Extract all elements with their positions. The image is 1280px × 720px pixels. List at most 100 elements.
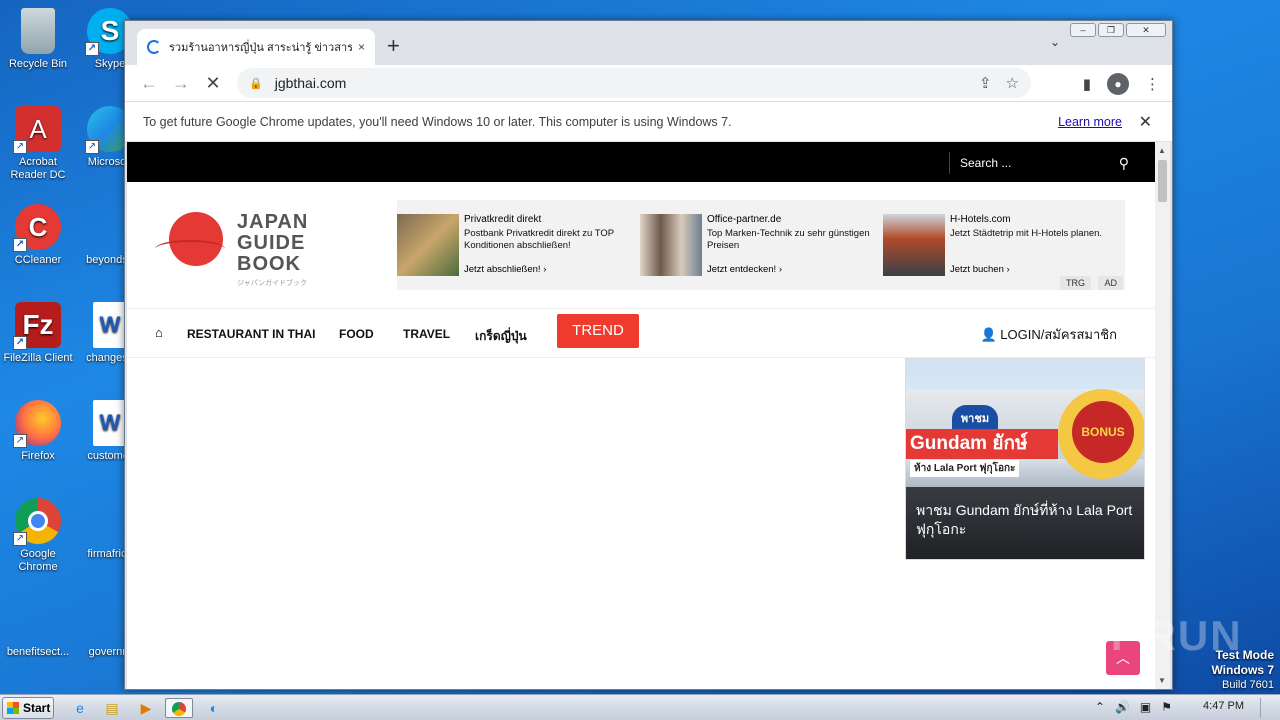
desktop-icon-label: FileZilla Client xyxy=(3,352,73,364)
action-center-flag-icon[interactable]: ⚑ xyxy=(1161,700,1172,714)
ad-trg-tag[interactable]: TRG xyxy=(1060,276,1091,290)
recycle-bin-icon xyxy=(21,8,55,54)
ad-cta[interactable]: Jetzt abschließen! › xyxy=(464,264,546,275)
search-icon[interactable]: ⚲ xyxy=(1119,155,1129,172)
tray-expand-icon[interactable]: ⌃ xyxy=(1095,700,1105,714)
nav-restaurant[interactable]: RESTAURANT IN THAI xyxy=(187,327,315,341)
word-doc-icon: W xyxy=(93,400,127,446)
nav-trend-button[interactable]: TREND xyxy=(557,314,639,348)
logo-text: JAPAN GUIDE BOOK xyxy=(237,212,308,275)
logo-line-3: BOOK xyxy=(237,253,301,275)
ad-tag[interactable]: AD xyxy=(1098,276,1123,290)
start-button[interactable]: Start xyxy=(2,697,54,719)
nav-japan-tips[interactable]: เกร็ดญี่ปุ่น xyxy=(475,327,527,346)
desktop-icon-chrome[interactable]: ↗ Google Chrome xyxy=(0,498,76,574)
desktop-icon-label: benefitsect... xyxy=(6,646,70,658)
bookmark-star-icon[interactable]: ☆ xyxy=(1006,74,1019,92)
feature-caption[interactable]: พาชม Gundam ยักษ์ที่ห้าง Lala Port ฟุกุโ… xyxy=(906,487,1144,559)
site-logo[interactable]: JAPAN GUIDE BOOK ジャパンガイドブック xyxy=(155,212,315,287)
ad-item[interactable]: Privatkredit direkt Postbank Privatkredi… xyxy=(397,214,635,276)
browser-tab[interactable]: รวมร้านอาหารญี่ปุ่น สาระน่ารู้ ข่าวสาร ส… xyxy=(137,29,375,65)
test-mode-line3: Build 7601 xyxy=(1222,679,1274,691)
ad-cta[interactable]: Jetzt entdecken! › xyxy=(707,264,782,275)
internet-explorer-icon[interactable]: e xyxy=(66,698,94,718)
ad-description: Jetzt Städtetrip mit H-Hotels planen. xyxy=(950,228,1103,239)
ad-title: Privatkredit direkt xyxy=(464,214,542,225)
tab-title: รวมร้านอาหารญี่ปุ่น สาระน่ารู้ ข่าวสาร ส xyxy=(169,42,352,54)
bonus-ad-badge[interactable]: BONUS xyxy=(1058,389,1144,479)
page-scrollbar[interactable]: ▲ ▼ xyxy=(1155,142,1170,689)
feature-banner: Gundam ยักษ์ xyxy=(906,429,1058,459)
scroll-down-icon[interactable]: ▼ xyxy=(1158,676,1166,685)
forward-arrow-icon[interactable]: → xyxy=(165,73,197,94)
desktop-icon-benefitsect[interactable]: benefitsect... xyxy=(0,596,76,659)
scroll-up-icon[interactable]: ▲ xyxy=(1158,146,1166,155)
tab-strip: รวมร้านอาหารญี่ปุ่น สาระน่ารู้ ข่าวสาร ส… xyxy=(125,21,1172,65)
chrome-icon xyxy=(172,702,186,716)
test-mode-line2: Windows 7 xyxy=(1211,663,1274,677)
chrome-icon: ↗ xyxy=(13,498,61,546)
profile-avatar-icon[interactable]: ● xyxy=(1107,73,1129,95)
ad-description: Top Marken-Technik zu sehr günstigen Pre… xyxy=(707,228,870,251)
login-link[interactable]: 👤 LOGIN/สมัครสมาชิก xyxy=(980,324,1117,345)
ccleaner-icon: C ↗ xyxy=(13,204,61,252)
user-icon: 👤 xyxy=(980,327,997,342)
ad-image xyxy=(640,214,702,276)
feature-subtitle: ห้าง Lala Port ฟุกุโอกะ xyxy=(910,460,1020,477)
new-tab-button[interactable]: + xyxy=(387,35,400,57)
taskbar: Start e ▤ ▶ ◐ ⌃ 🔊 ▣ ⚑ 4:47 PM xyxy=(0,694,1280,720)
ad-image xyxy=(397,214,459,276)
tab-close-icon[interactable]: × xyxy=(358,40,365,54)
desktop-icon-filezilla[interactable]: Fz ↗ FileZilla Client xyxy=(0,302,76,365)
clock[interactable]: 4:47 PM xyxy=(1203,700,1244,712)
tab-search-chevron-icon[interactable]: ⌄ xyxy=(1050,35,1060,49)
desktop-icon-acrobat[interactable]: A ↗ Acrobat Reader DC xyxy=(0,106,76,182)
lock-icon: 🔒 xyxy=(249,77,263,90)
learn-more-link[interactable]: Learn more xyxy=(1058,115,1122,129)
ad-item[interactable]: Office-partner.de Top Marken-Technik zu … xyxy=(640,214,878,276)
browser-toolbar: ← → ✕ 🔒 jgbthai.com ⇪ ☆ ▮ ● ⋮ xyxy=(125,65,1172,101)
site-navigation: ⌂ RESTAURANT IN THAI FOOD TRAVEL เกร็ดญี… xyxy=(127,308,1155,358)
firefox-icon: ↗ xyxy=(13,400,61,448)
featured-article-card[interactable]: พาชม Gundam ยักษ์ ห้าง Lala Port ฟุกุโอก… xyxy=(905,358,1145,560)
nav-food[interactable]: FOOD xyxy=(339,327,374,341)
update-infobar: To get future Google Chrome updates, you… xyxy=(125,101,1172,141)
desktop-icon-label: Google Chrome xyxy=(18,548,58,573)
site-search-input[interactable]: Search ... ⚲ xyxy=(949,152,1129,174)
infobar-close-icon[interactable]: ✕ xyxy=(1139,112,1152,132)
infobar-message: To get future Google Chrome updates, you… xyxy=(143,114,732,129)
ad-cta[interactable]: Jetzt buchen › xyxy=(950,264,1010,275)
test-mode-line1: Test Mode xyxy=(1215,648,1274,662)
test-mode-notice: Test Mode Windows 7 Build 7601 xyxy=(1211,648,1274,692)
volume-icon[interactable]: 🔊 xyxy=(1115,700,1130,714)
chrome-window: – ❐ ✕ รวมร้านอาหารญี่ปุ่น สาระน่ารู้ ข่า… xyxy=(124,20,1173,690)
address-bar[interactable]: 🔒 jgbthai.com ⇪ ☆ xyxy=(237,68,1031,98)
desktop-icon-recycle-bin[interactable]: Recycle Bin xyxy=(0,8,76,71)
desktop-icon-label: Firefox xyxy=(21,450,55,462)
media-player-icon[interactable]: ▶ xyxy=(132,698,160,718)
ad-item[interactable]: H-Hotels.com Jetzt Städtetrip mit H-Hote… xyxy=(883,214,1121,276)
show-desktop-button[interactable] xyxy=(1260,698,1278,718)
word-doc-icon: W xyxy=(93,302,127,348)
web-page: Search ... ⚲ JAPAN GUIDE BOOK ジャパンガイドブック… xyxy=(127,142,1155,689)
stop-loading-icon[interactable]: ✕ xyxy=(197,73,229,94)
ad-description: Postbank Privatkredit direkt zu TOP Kond… xyxy=(464,228,614,251)
logo-line-1: JAPAN xyxy=(237,211,309,233)
chrome-taskbar-icon[interactable] xyxy=(165,698,193,718)
desktop-icon-firefox[interactable]: ↗ Firefox xyxy=(0,400,76,463)
back-arrow-icon[interactable]: ← xyxy=(133,73,165,94)
desktop-icon-label: CCleaner xyxy=(14,254,62,266)
url-text: jgbthai.com xyxy=(274,75,347,91)
menu-kebab-icon[interactable]: ⋮ xyxy=(1145,75,1160,93)
file-explorer-icon[interactable]: ▤ xyxy=(98,698,126,718)
start-label: Start xyxy=(23,701,51,715)
login-label: LOGIN/สมัครสมาชิก xyxy=(1000,327,1117,342)
share-icon[interactable]: ⇪ xyxy=(979,74,992,92)
home-icon[interactable]: ⌂ xyxy=(155,325,163,340)
network-icon[interactable]: ▣ xyxy=(1140,700,1151,714)
scrollbar-thumb[interactable] xyxy=(1158,160,1167,202)
nav-travel[interactable]: TRAVEL xyxy=(403,327,450,341)
desktop-icon-ccleaner[interactable]: C ↗ CCleaner xyxy=(0,204,76,267)
edge-taskbar-icon[interactable]: ◐ xyxy=(200,698,228,718)
side-panel-icon[interactable]: ▮ xyxy=(1083,75,1091,93)
